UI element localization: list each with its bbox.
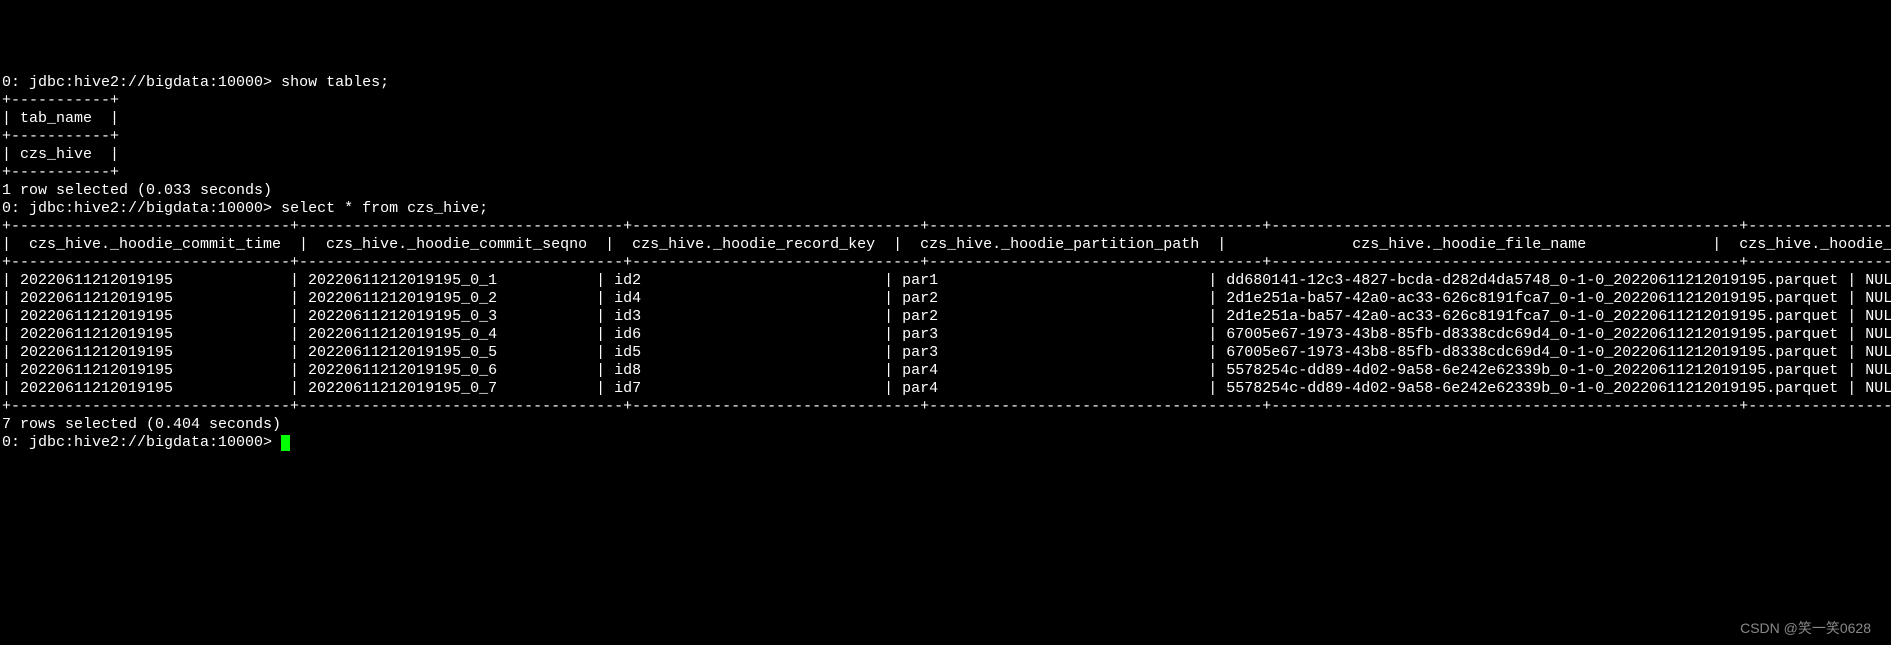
table-row: | 20220611212019195 | 20220611212019195_… — [2, 308, 1891, 325]
watermark: CSDN @笑一笑0628 — [1740, 620, 1871, 637]
cursor[interactable] — [281, 435, 290, 451]
prompt-line: 0: jdbc:hive2://bigdata:10000> select * … — [2, 200, 488, 217]
result-summary: 7 rows selected (0.404 seconds) — [2, 416, 281, 433]
table-border: +-----------+ — [2, 128, 119, 145]
table-row: | czs_hive | — [2, 146, 119, 163]
table-row: | 20220611212019195 | 20220611212019195_… — [2, 362, 1891, 379]
prompt-line: 0: jdbc:hive2://bigdata:10000> show tabl… — [2, 74, 389, 91]
command-select: select * from czs_hive; — [281, 200, 488, 217]
table-border: +-----------+ — [2, 164, 119, 181]
command-show-tables: show tables; — [281, 74, 389, 91]
prompt-line[interactable]: 0: jdbc:hive2://bigdata:10000> — [2, 434, 290, 451]
table-header: | tab_name | — [2, 110, 119, 127]
result-summary: 1 row selected (0.033 seconds) — [2, 182, 272, 199]
table-border: +-----------+ — [2, 92, 119, 109]
table-row: | 20220611212019195 | 20220611212019195_… — [2, 272, 1891, 289]
table-border: +-------------------------------+-------… — [2, 218, 1891, 235]
terminal-output: 0: jdbc:hive2://bigdata:10000> show tabl… — [2, 74, 1889, 452]
table-border: +-------------------------------+-------… — [2, 254, 1891, 271]
table-row: | 20220611212019195 | 20220611212019195_… — [2, 380, 1891, 397]
table-border: +-------------------------------+-------… — [2, 398, 1891, 415]
table-row: | 20220611212019195 | 20220611212019195_… — [2, 344, 1891, 361]
table-header: | czs_hive._hoodie_commit_time | czs_hiv… — [2, 236, 1891, 253]
table-row: | 20220611212019195 | 20220611212019195_… — [2, 290, 1891, 307]
table-row: | 20220611212019195 | 20220611212019195_… — [2, 326, 1891, 343]
